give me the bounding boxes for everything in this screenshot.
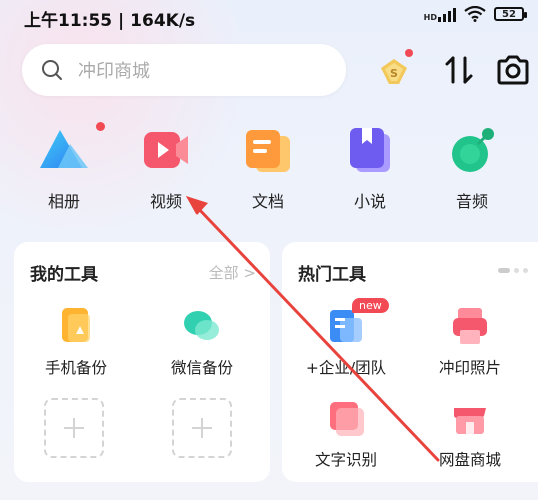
tool-label-enterprise-team: +企业/团队: [305, 359, 387, 377]
novel-icon: [350, 128, 390, 172]
nav-label-audio: 音频: [455, 192, 488, 211]
tool-label-store: 网盘商城: [438, 451, 501, 469]
status-bar: 上午11:55 | 164K/s HD 52: [0, 0, 538, 36]
camera-icon[interactable]: [496, 54, 530, 86]
battery-level: 52: [502, 8, 516, 20]
nav-item-document[interactable]: 文档: [228, 118, 308, 212]
nav-item-novel[interactable]: 小说: [330, 118, 410, 212]
audio-icon: [452, 128, 494, 172]
tool-print-photo[interactable]: 冲印照片: [410, 306, 530, 378]
album-notification-dot: [96, 122, 105, 131]
add-tool-slot-1[interactable]: [44, 398, 104, 458]
nav-item-video[interactable]: 视频: [126, 118, 206, 212]
tool-ocr[interactable]: 文字识别: [286, 398, 406, 470]
tool-label-wechat-backup: 微信备份: [170, 359, 233, 377]
search-bar[interactable]: 冲印商城: [22, 44, 346, 96]
battery-icon: 52: [494, 7, 527, 21]
signal-group: HD: [424, 6, 456, 22]
search-placeholder: 冲印商城: [78, 61, 150, 82]
tool-label-ocr: 文字识别: [314, 451, 377, 469]
status-icons: HD 52: [424, 6, 527, 22]
transfer-icon[interactable]: [441, 52, 477, 88]
print-photo-icon: [453, 308, 487, 344]
store-icon: [454, 408, 486, 434]
coin-notification-dot: [405, 49, 413, 57]
svg-text:S: S: [390, 67, 398, 80]
search-icon: [42, 60, 62, 80]
phone-backup-icon: [62, 308, 90, 342]
category-nav: 相册 视频 文档 小说 音频: [0, 118, 538, 218]
wechat-backup-icon: [184, 311, 219, 340]
nav-label-novel: 小说: [353, 192, 386, 211]
tool-label-phone-backup: 手机备份: [44, 359, 107, 377]
tool-label-print-photo: 冲印照片: [438, 359, 501, 377]
tool-store[interactable]: 网盘商城: [410, 398, 530, 470]
wifi-icon: [464, 6, 486, 22]
nav-item-album[interactable]: 相册: [24, 118, 105, 212]
tool-wechat-backup[interactable]: 微信备份: [142, 306, 262, 378]
nav-label-album: 相册: [47, 192, 80, 211]
nav-label-document: 文档: [251, 192, 284, 211]
ocr-icon: [330, 402, 364, 436]
my-tools-all-link[interactable]: 全部 >: [209, 262, 256, 283]
coin-icon[interactable]: S: [377, 54, 411, 88]
signal-icon: [438, 6, 456, 22]
hd-label: HD: [423, 13, 437, 22]
new-badge: new: [352, 298, 389, 313]
video-icon: [144, 132, 188, 168]
my-tools-title: 我的工具: [30, 265, 98, 285]
document-icon: [246, 130, 290, 172]
nav-label-video: 视频: [149, 192, 182, 211]
hot-tools-pager: [498, 268, 528, 273]
hot-tools-card: 热门工具 +企业/团队 冲印照片 文字识别 网盘商城: [282, 242, 538, 482]
hot-tools-title: 热门工具: [298, 265, 366, 285]
nav-item-audio[interactable]: 音频: [432, 118, 512, 212]
tool-enterprise-team[interactable]: +企业/团队: [286, 306, 406, 378]
album-icon: [40, 130, 88, 168]
my-tools-card: 我的工具 全部 > 手机备份 微信备份: [14, 242, 270, 482]
tool-phone-backup[interactable]: 手机备份: [16, 306, 136, 378]
status-time: 上午11:55 | 164K/s: [24, 11, 196, 31]
add-tool-slot-2[interactable]: [172, 398, 232, 458]
